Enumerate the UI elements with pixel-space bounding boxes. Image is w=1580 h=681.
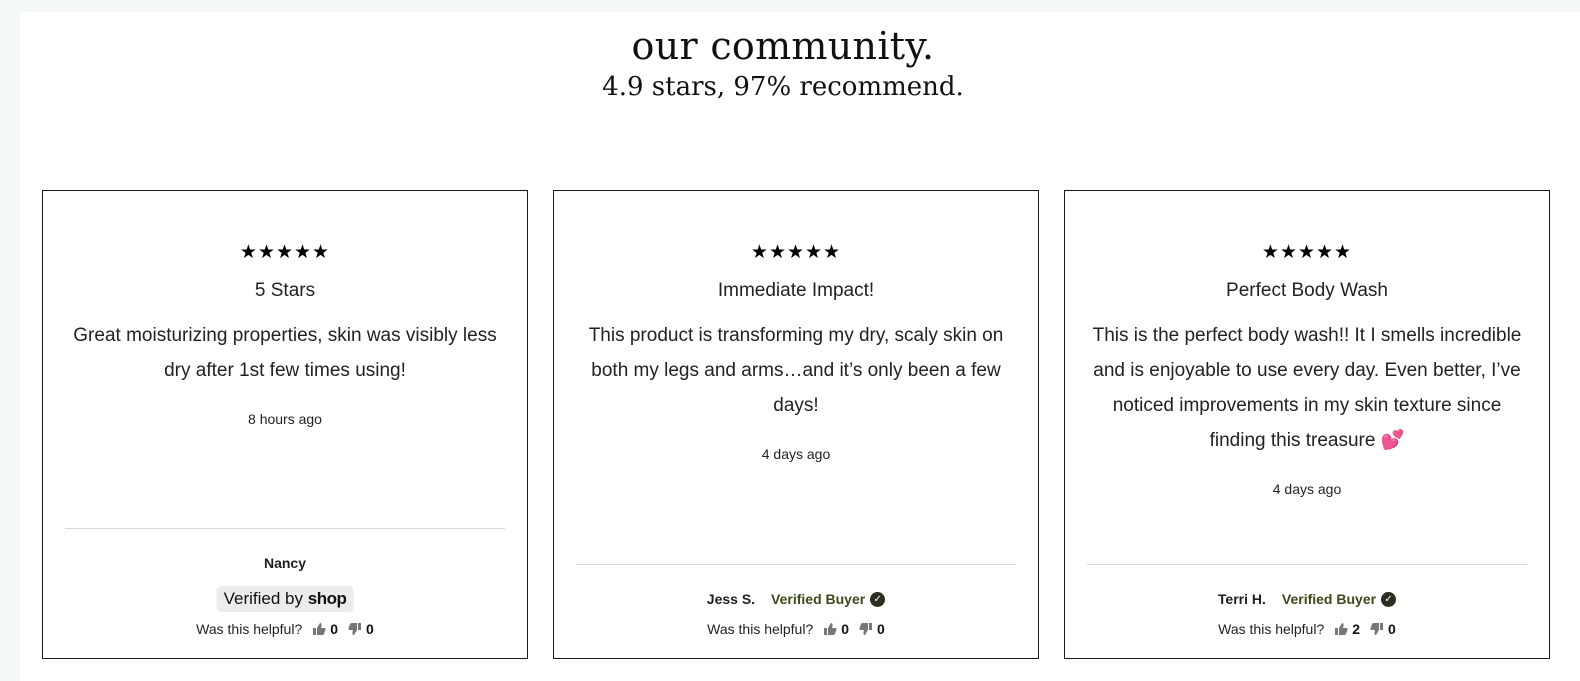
helpful-row: Was this helpful? 0 0 bbox=[554, 621, 1038, 637]
review-time: 4 days ago bbox=[761, 446, 831, 462]
reviews-header: our community. 4.9 stars, 97% recommend. bbox=[0, 22, 1566, 104]
helpful-no-button[interactable]: 0 bbox=[859, 621, 885, 637]
helpful-yes-count: 2 bbox=[1352, 621, 1361, 637]
thumbs-down-icon bbox=[348, 623, 362, 635]
review-body: This product is transforming my dry, sca… bbox=[588, 325, 1004, 416]
review-body: This is the perfect body wash!! It I sme… bbox=[1087, 318, 1527, 458]
helpful-yes-count: 0 bbox=[841, 621, 850, 637]
shop-logo: shop bbox=[307, 589, 347, 608]
check-circle-icon: ✓ bbox=[870, 591, 886, 607]
section-title: our community. bbox=[631, 24, 935, 68]
card-divider bbox=[65, 528, 505, 529]
thumbs-down-icon bbox=[859, 623, 873, 635]
verified-label: Verified Buyer bbox=[771, 591, 866, 607]
author-row: Nancy bbox=[43, 555, 527, 571]
star-rating: ★★★★★ bbox=[750, 242, 842, 263]
helpful-yes-button[interactable]: 0 bbox=[312, 621, 338, 637]
review-title: Immediate Impact! bbox=[717, 280, 875, 301]
review-title: 5 Stars bbox=[254, 280, 316, 301]
review-card: ★★★★★ Perfect Body Wash This is the perf… bbox=[1064, 190, 1550, 659]
helpful-yes-button[interactable]: 2 bbox=[1334, 621, 1360, 637]
review-body-text: This is the perfect body wash!! It I sme… bbox=[1092, 325, 1522, 451]
helpful-no-button[interactable]: 0 bbox=[348, 621, 374, 637]
thumbs-down-icon bbox=[1370, 623, 1384, 635]
helpful-yes-count: 0 bbox=[330, 621, 339, 637]
card-divider bbox=[1087, 564, 1527, 565]
helpful-label: Was this helpful? bbox=[707, 621, 814, 637]
helpful-no-count: 0 bbox=[877, 621, 885, 637]
helpful-no-button[interactable]: 0 bbox=[1370, 621, 1396, 637]
check-circle-icon: ✓ bbox=[1381, 591, 1397, 607]
helpful-no-count: 0 bbox=[366, 621, 374, 637]
review-card: ★★★★★ 5 Stars Great moisturizing propert… bbox=[42, 190, 528, 659]
badge-prefix: Verified by bbox=[223, 589, 304, 608]
helpful-no-count: 0 bbox=[1388, 621, 1396, 637]
author-name: Terri H. bbox=[1217, 591, 1266, 607]
card-divider bbox=[576, 564, 1016, 565]
rating-summary: 4.9 stars, 97% recommend. bbox=[602, 72, 964, 102]
review-time: 4 days ago bbox=[1272, 481, 1342, 497]
two-hearts-emoji: 💕 bbox=[1380, 430, 1405, 451]
verified-buyer-badge: Verified Buyer ✓ bbox=[771, 591, 886, 607]
thumbs-up-icon bbox=[1335, 623, 1348, 635]
verified-label: Verified Buyer bbox=[1281, 591, 1377, 607]
helpful-label: Was this helpful? bbox=[1218, 621, 1325, 637]
thumbs-up-icon bbox=[824, 623, 837, 635]
review-body: Great moisturizing properties, skin was … bbox=[73, 325, 497, 381]
star-rating: ★★★★★ bbox=[239, 242, 331, 263]
helpful-label: Was this helpful? bbox=[196, 621, 303, 637]
author-row: Terri H. Verified Buyer ✓ bbox=[1065, 591, 1549, 607]
author-name: Nancy bbox=[263, 555, 307, 571]
review-card: ★★★★★ Immediate Impact! This product is … bbox=[553, 190, 1039, 659]
helpful-yes-button[interactable]: 0 bbox=[823, 621, 849, 637]
thumbs-up-icon bbox=[313, 623, 326, 635]
author-row: Jess S. Verified Buyer ✓ bbox=[554, 591, 1038, 607]
author-name: Jess S. bbox=[706, 591, 756, 607]
review-time: 8 hours ago bbox=[248, 411, 322, 427]
helpful-row: Was this helpful? 2 0 bbox=[1065, 621, 1549, 637]
review-title: Perfect Body Wash bbox=[1226, 280, 1388, 301]
verified-by-shop-badge: Verified by shop bbox=[216, 586, 354, 612]
verified-buyer-badge: Verified Buyer ✓ bbox=[1281, 591, 1397, 607]
star-rating: ★★★★★ bbox=[1261, 242, 1353, 263]
helpful-row: Was this helpful? 0 0 bbox=[43, 621, 527, 637]
